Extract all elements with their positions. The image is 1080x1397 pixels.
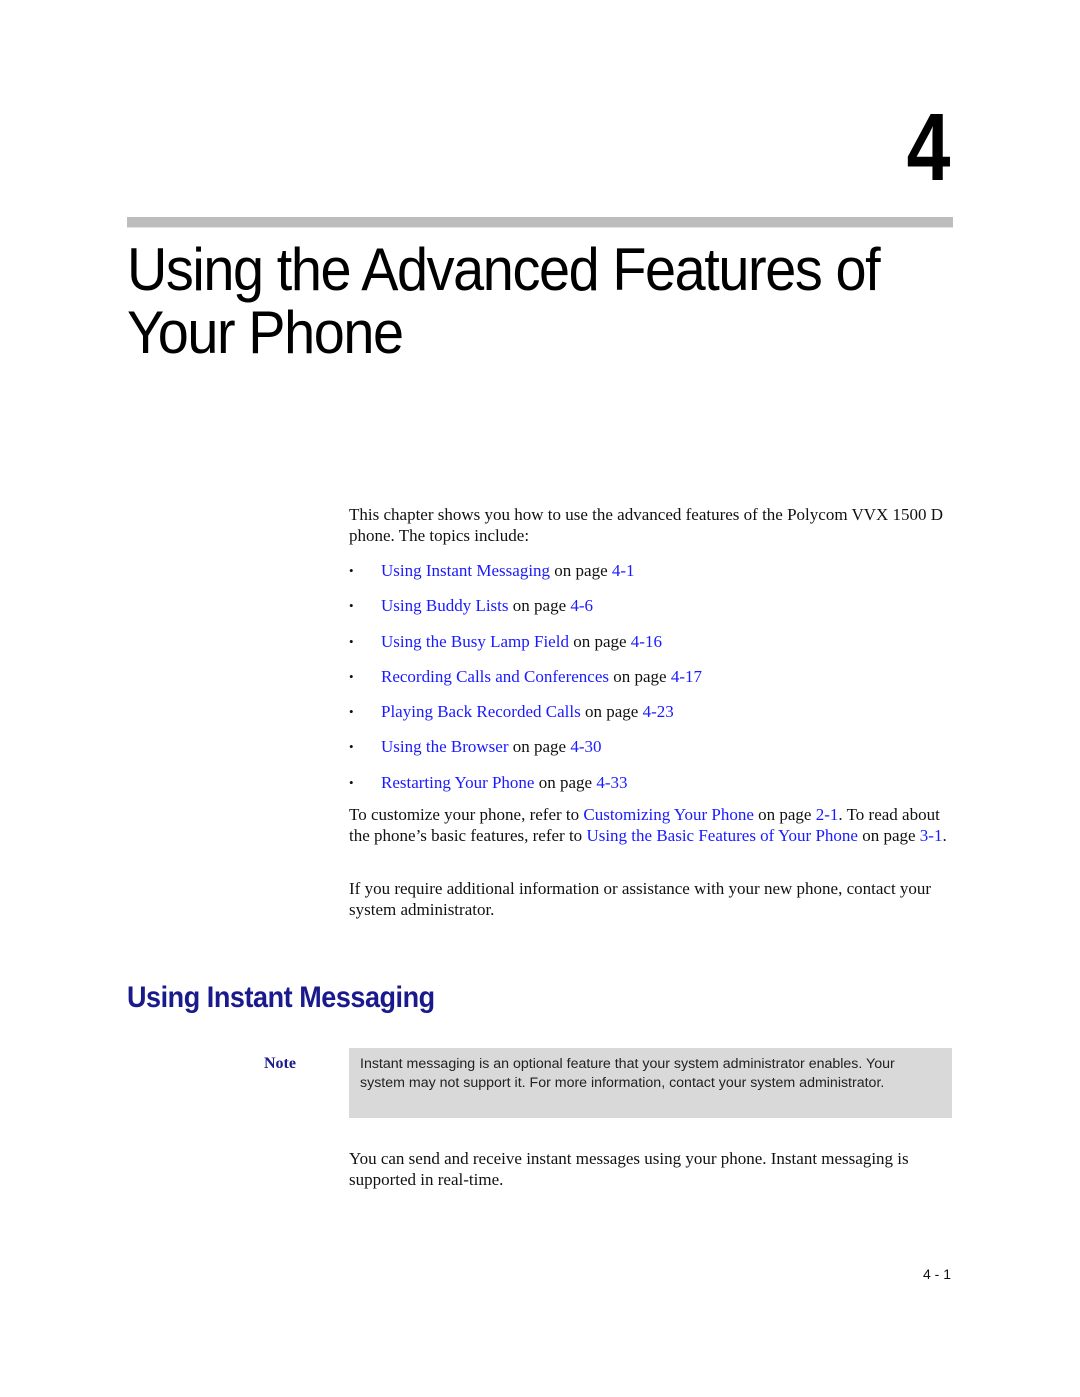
- note-label: Note: [264, 1055, 296, 1072]
- intro-paragraph: This chapter shows you how to use the ad…: [349, 504, 959, 546]
- assistance-text: If you require additional information or…: [349, 879, 932, 919]
- topics-list: • Using Instant Messaging on page 4-1 • …: [349, 560, 702, 807]
- text-span: To customize your phone, refer to: [349, 805, 584, 824]
- on-page-text: on page: [568, 631, 631, 651]
- on-page-text: on page: [609, 666, 671, 686]
- topic-link-buddy-lists[interactable]: Using Buddy Lists: [381, 596, 509, 615]
- topic-link-browser[interactable]: Using the Browser: [381, 737, 508, 756]
- topic-page-link[interactable]: 4-33: [596, 773, 627, 792]
- topic-item: • Using Buddy Lists on page 4-6: [349, 595, 702, 630]
- on-page-text: on page: [508, 737, 571, 757]
- topic-item: • Recording Calls and Conferences on pag…: [349, 666, 702, 701]
- on-page-text: on page: [580, 702, 643, 722]
- topic-item: • Using the Busy Lamp Field on page 4-16: [349, 631, 702, 666]
- instant-messaging-paragraph: You can send and receive instant message…: [349, 1148, 959, 1190]
- bullet-icon: •: [349, 598, 354, 614]
- bullet-icon: •: [349, 563, 354, 578]
- topic-item: • Using the Browser on page 4-30: [349, 736, 702, 771]
- customizing-your-phone-link[interactable]: Customizing Your Phone: [583, 805, 754, 824]
- topic-page-link[interactable]: 4-30: [570, 737, 601, 756]
- on-page-text: on page: [550, 561, 612, 580]
- page-link-2-1[interactable]: 2-1: [816, 805, 839, 824]
- on-page-text: on page: [508, 596, 571, 616]
- bullet-icon: •: [349, 774, 354, 790]
- topic-page-link[interactable]: 4-1: [612, 561, 635, 580]
- bullet-icon: •: [349, 633, 354, 649]
- topic-page-link[interactable]: 4-17: [671, 667, 702, 686]
- topic-item: • Restarting Your Phone on page 4-33: [349, 772, 702, 807]
- customize-paragraph: To customize your phone, refer to Custom…: [349, 804, 959, 846]
- note-box: Instant messaging is an optional feature…: [349, 1048, 952, 1118]
- instant-messaging-text: You can send and receive instant message…: [349, 1149, 909, 1189]
- chapter-number: 4: [906, 94, 950, 201]
- text-span: on page: [857, 826, 920, 845]
- topic-item: • Using Instant Messaging on page 4-1: [349, 560, 702, 595]
- topic-link-recording-calls[interactable]: Recording Calls and Conferences: [381, 667, 609, 686]
- topic-page-link[interactable]: 4-23: [643, 702, 674, 721]
- section-heading: Using Instant Messaging: [127, 981, 435, 1014]
- bullet-icon: •: [349, 668, 354, 684]
- text-span: on page: [753, 805, 816, 824]
- on-page-text: on page: [534, 772, 597, 792]
- basic-features-link[interactable]: Using the Basic Features of Your Phone: [586, 826, 858, 845]
- bullet-icon: •: [349, 704, 354, 720]
- topic-link-instant-messaging[interactable]: Using Instant Messaging: [381, 561, 550, 580]
- page-link-3-1[interactable]: 3-1: [920, 826, 943, 845]
- bullet-icon: •: [349, 739, 354, 755]
- text-span: .: [942, 826, 947, 845]
- topic-item: • Playing Back Recorded Calls on page 4-…: [349, 701, 702, 736]
- topic-page-link[interactable]: 4-16: [631, 632, 662, 651]
- topic-link-playing-back[interactable]: Playing Back Recorded Calls: [381, 702, 581, 721]
- topic-link-restarting[interactable]: Restarting Your Phone: [381, 773, 534, 792]
- topic-link-busy-lamp-field[interactable]: Using the Busy Lamp Field: [381, 632, 569, 651]
- chapter-rule-divider: [127, 217, 953, 228]
- assistance-paragraph: If you require additional information or…: [349, 878, 959, 920]
- topic-page-link[interactable]: 4-6: [570, 596, 593, 615]
- page-number: 4 - 1: [922, 1266, 951, 1282]
- chapter-title: Using the Advanced Features of Your Phon…: [127, 236, 881, 366]
- customize-text: To customize your phone, refer to Custom…: [349, 804, 959, 846]
- intro-text: This chapter shows you how to use the ad…: [349, 505, 944, 545]
